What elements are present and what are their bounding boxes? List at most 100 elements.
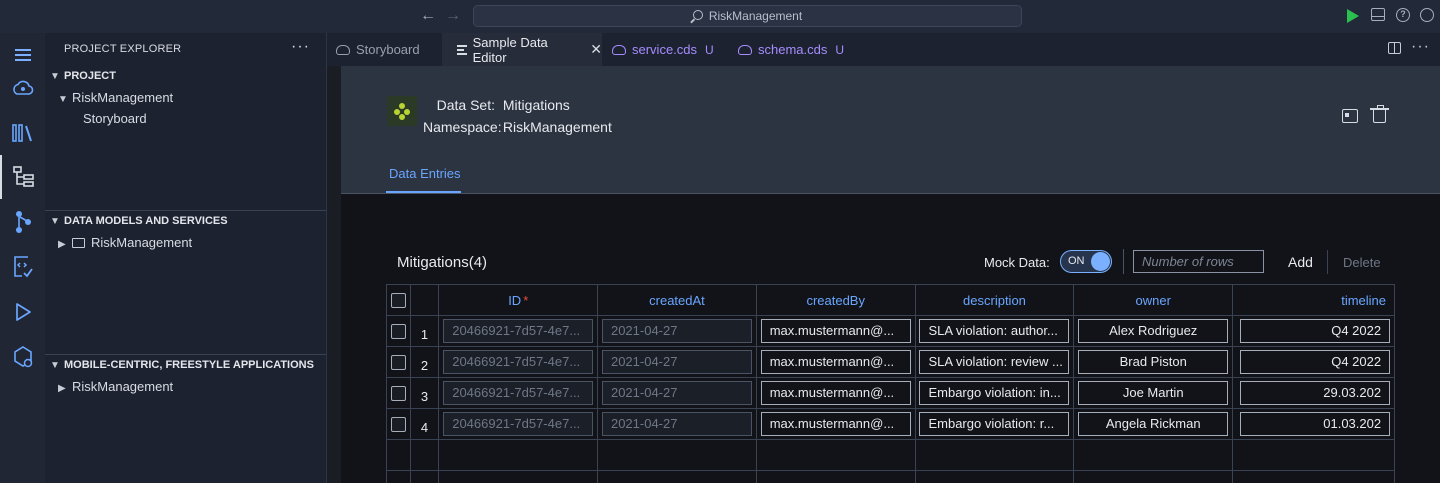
project-explorer-sidebar: PROJECT EXPLORER ··· ▼ PROJECT ▼ RiskManag… xyxy=(45,33,327,483)
row-number: 2 xyxy=(409,346,440,378)
cds-file-icon xyxy=(738,44,752,55)
close-icon[interactable]: ✕ xyxy=(590,41,602,58)
forward-arrow-icon[interactable]: → xyxy=(445,7,461,25)
row-checkbox[interactable] xyxy=(390,385,406,401)
command-center-search[interactable]: RiskManagement xyxy=(473,5,1022,27)
empty-table-row xyxy=(386,470,1395,483)
help-icon[interactable]: ? xyxy=(1396,8,1410,22)
column-header-createdat: createdAt xyxy=(597,284,757,316)
activity-item-deploy[interactable] xyxy=(0,335,45,379)
section-divider xyxy=(45,210,326,211)
cell-timeline[interactable]: Q4 2022 xyxy=(1240,319,1391,343)
row-checkbox[interactable] xyxy=(390,416,406,432)
cell-createdby[interactable]: max.mustermann@... xyxy=(760,350,911,374)
delete-button[interactable]: Delete xyxy=(1343,255,1381,270)
cell-timeline[interactable]: 01.03.202 xyxy=(1240,412,1391,436)
cell-createdby[interactable]: max.mustermann@... xyxy=(760,412,911,436)
activity-item-explorer[interactable] xyxy=(0,155,45,199)
search-icon xyxy=(692,10,703,20)
data-set-label: Data Set: xyxy=(436,97,495,113)
trash-icon[interactable] xyxy=(1370,105,1389,123)
cell-createdat[interactable]: 2021-04-27 xyxy=(601,412,752,436)
library-icon xyxy=(11,124,32,142)
tree-item-data-model-riskmanagement[interactable]: ▶ RiskManagement xyxy=(58,235,192,250)
number-of-rows-input[interactable] xyxy=(1133,250,1264,273)
back-arrow-icon[interactable]: ← xyxy=(420,7,436,25)
more-actions-icon[interactable]: ··· xyxy=(291,38,310,56)
account-icon[interactable] xyxy=(1420,8,1434,22)
activity-item-cloud[interactable] xyxy=(0,67,45,111)
cell-timeline[interactable]: Q4 2022 xyxy=(1240,350,1391,374)
row-checkbox[interactable] xyxy=(390,354,406,370)
select-all-cell xyxy=(386,284,411,316)
table-row: 1 20466921-7d57-4e7... 2021-04-27 max.mu… xyxy=(386,315,1395,347)
toggle-state-text: ON xyxy=(1068,255,1085,267)
table-row: 3 20466921-7d57-4e7... 2021-04-27 max.mu… xyxy=(386,377,1395,409)
id-card-icon[interactable] xyxy=(1342,109,1358,123)
cell-createdat[interactable]: 2021-04-27 xyxy=(601,350,752,374)
data-set-value: Mitigations xyxy=(502,97,570,113)
data-set-row: Data Set: Mitigations xyxy=(423,97,570,113)
cell-createdat[interactable]: 2021-04-27 xyxy=(601,319,752,343)
row-number: 3 xyxy=(409,377,440,409)
namespace-row: Namespace: RiskManagement xyxy=(423,119,612,135)
tab-service-cds[interactable]: service.cds U xyxy=(603,33,728,66)
command-center-text: RiskManagement xyxy=(708,9,803,23)
layout-panel-icon[interactable] xyxy=(1371,8,1385,21)
editor-more-icon[interactable]: ··· xyxy=(1411,38,1430,56)
activity-item-graph[interactable] xyxy=(0,200,45,244)
row-checkbox[interactable] xyxy=(390,323,406,339)
chevron-right-icon: ▶ xyxy=(58,239,66,250)
run-icon[interactable] xyxy=(1347,9,1359,23)
cell-owner[interactable]: Brad Piston xyxy=(1078,350,1229,374)
select-all-checkbox[interactable] xyxy=(390,292,406,308)
section-data-models[interactable]: ▼ DATA MODELS AND SERVICES xyxy=(50,215,228,227)
cell-description[interactable]: Embargo violation: in... xyxy=(919,381,1070,405)
activity-item-library[interactable] xyxy=(0,111,45,155)
mock-data-toggle[interactable]: ON xyxy=(1060,250,1112,273)
active-tab-indicator xyxy=(386,191,461,193)
activity-item-run[interactable] xyxy=(0,290,45,334)
tab-schema-cds[interactable]: schema.cds U xyxy=(729,33,859,66)
cell-createdby[interactable]: max.mustermann@... xyxy=(760,381,911,405)
table-header-row: ID * createdAt createdBy description owne… xyxy=(386,284,1395,316)
section-mobile-apps[interactable]: ▼ MOBILE-CENTRIC, FREESTYLE APPLICATIONS xyxy=(50,359,314,371)
column-header-owner: owner xyxy=(1073,284,1234,316)
cell-createdat[interactable]: 2021-04-27 xyxy=(601,381,752,405)
section-project[interactable]: ▼ PROJECT xyxy=(50,70,116,82)
cloud-icon xyxy=(336,44,350,55)
cell-description[interactable]: Embargo violation: r... xyxy=(919,412,1070,436)
cell-id[interactable]: 20466921-7d57-4e7... xyxy=(443,350,594,374)
tree-item-riskmanagement[interactable]: ▼ RiskManagement xyxy=(58,90,173,105)
add-button[interactable]: Add xyxy=(1288,254,1313,270)
cell-owner[interactable]: Angela Rickman xyxy=(1078,412,1229,436)
cell-owner[interactable]: Joe Martin xyxy=(1078,381,1229,405)
required-marker: * xyxy=(523,292,529,308)
cell-description[interactable]: SLA violation: author... xyxy=(919,319,1070,343)
tab-sample-data-editor[interactable]: Sample Data Editor ✕ xyxy=(442,33,602,66)
title-bar: ← → RiskManagement ? xyxy=(0,0,1440,33)
cell-id[interactable]: 20466921-7d57-4e7... xyxy=(443,412,594,436)
cell-timeline[interactable]: 29.03.202 xyxy=(1240,381,1391,405)
tree-item-mobile-riskmanagement[interactable]: ▶ RiskManagement xyxy=(58,379,173,394)
cell-owner[interactable]: Alex Rodriguez xyxy=(1078,319,1229,343)
tab-storyboard[interactable]: Storyboard xyxy=(327,33,442,66)
row-number-header xyxy=(409,284,440,316)
table-row: 2 20466921-7d57-4e7... 2021-04-27 max.mu… xyxy=(386,346,1395,378)
tree-item-storyboard[interactable]: Storyboard xyxy=(83,111,147,126)
cell-createdby[interactable]: max.mustermann@... xyxy=(760,319,911,343)
table-title: Mitigations(4) xyxy=(397,254,488,271)
cell-description[interactable]: SLA violation: review ... xyxy=(919,350,1070,374)
chevron-down-icon: ▼ xyxy=(50,216,60,227)
split-editor-icon[interactable] xyxy=(1388,42,1401,54)
activity-item-code-check[interactable] xyxy=(0,245,45,289)
toggle-knob xyxy=(1091,252,1110,271)
data-set-icon xyxy=(387,96,417,126)
code-check-icon xyxy=(13,256,33,278)
explorer-tree-icon xyxy=(12,166,34,187)
tab-data-entries[interactable]: Data Entries xyxy=(389,166,461,181)
cell-id[interactable]: 20466921-7d57-4e7... xyxy=(443,319,594,343)
column-header-timeline: timeline xyxy=(1232,284,1395,316)
editor-tab-bar: Storyboard Sample Data Editor ✕ service.c… xyxy=(327,33,1440,66)
cell-id[interactable]: 20466921-7d57-4e7... xyxy=(443,381,594,405)
